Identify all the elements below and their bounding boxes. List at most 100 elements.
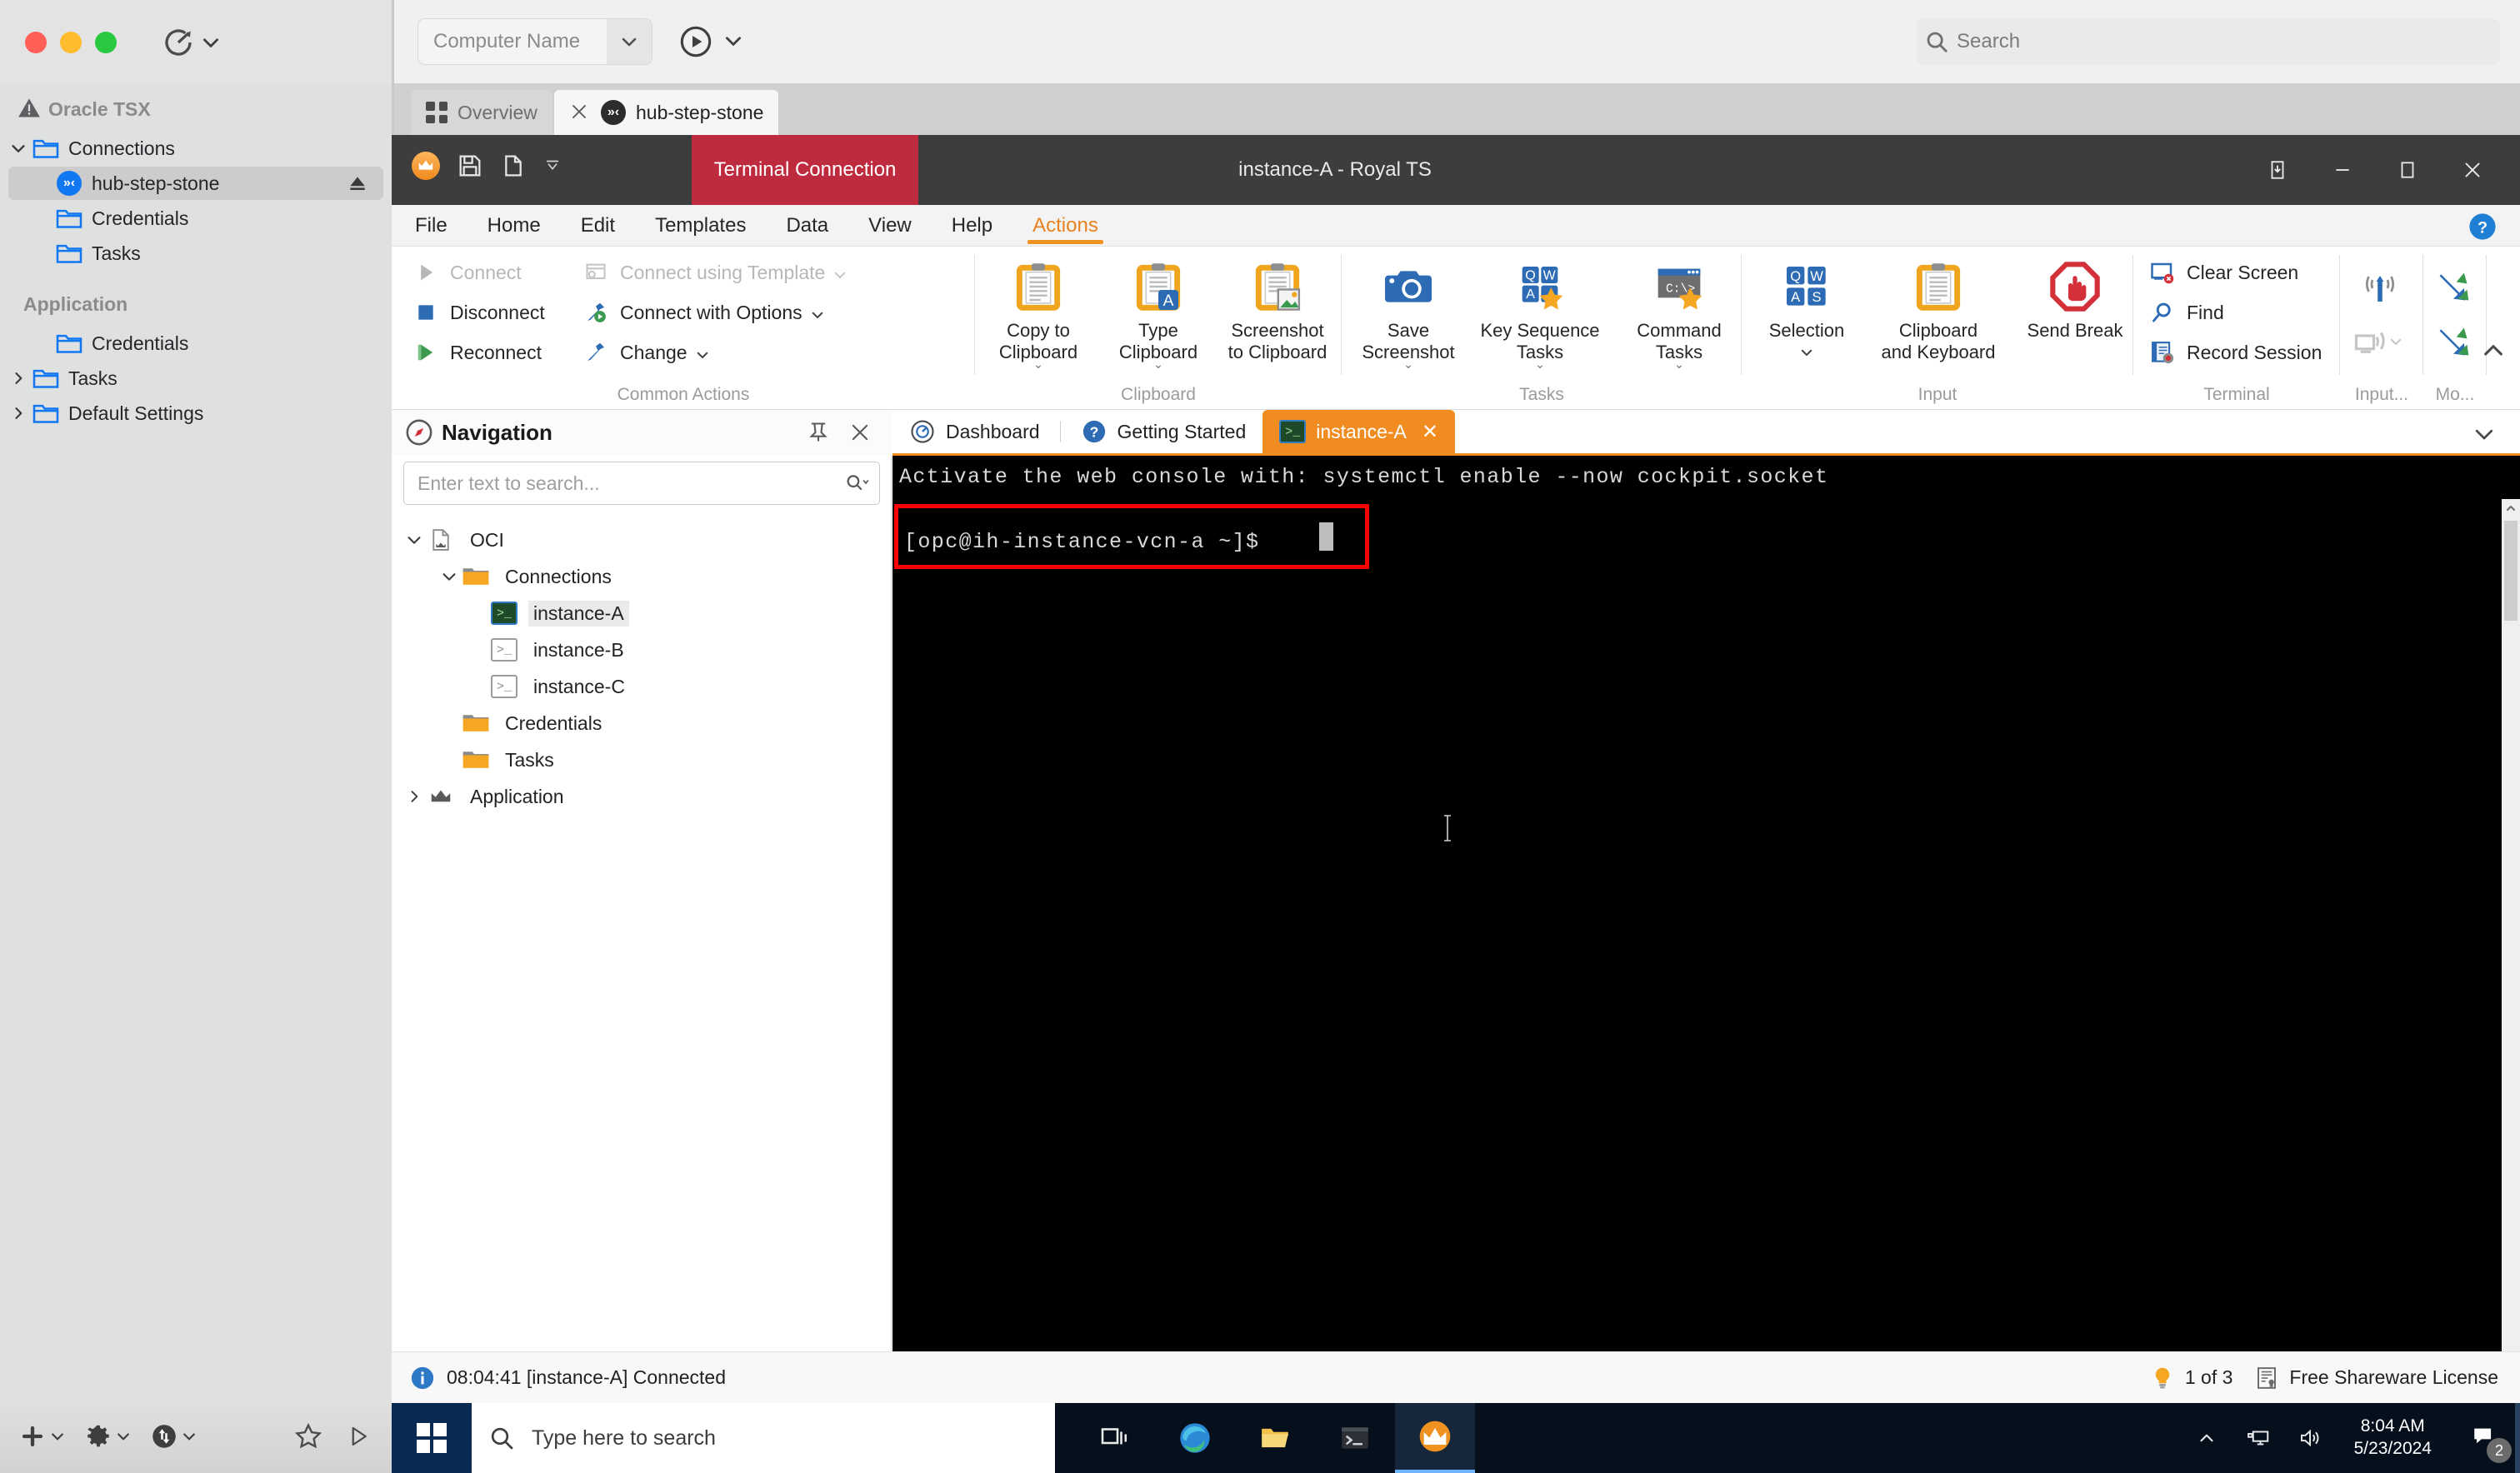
customize-chevron-icon[interactable] [543, 157, 562, 175]
pin-icon[interactable] [807, 421, 830, 444]
eject-icon[interactable] [347, 172, 368, 194]
navigation-search-field[interactable]: Enter text to search... [403, 462, 880, 505]
vm-tab-hub-step-stone[interactable]: »‹ hub-step-stone [554, 90, 779, 135]
caret-up-icon[interactable] [2502, 499, 2520, 517]
connect-with-options-button[interactable]: Connect with Options [582, 293, 825, 332]
play-circle-icon[interactable] [679, 25, 712, 58]
transfer-icon[interactable] [150, 1422, 178, 1451]
taskbar-search-box[interactable]: Type here to search [472, 1403, 1055, 1473]
broadcast-icon[interactable] [2360, 268, 2403, 312]
transfer-button[interactable] [150, 1422, 198, 1451]
tree-item-credentials[interactable]: Credentials [392, 705, 892, 741]
selection-button[interactable]: QWAS Selection [1750, 253, 1863, 370]
vm-tab-overview[interactable]: Overview [411, 90, 552, 135]
play-triangle-icon[interactable] [342, 1420, 375, 1453]
royal-ts-icon[interactable] [1395, 1403, 1475, 1473]
search-input[interactable]: Enter text to search... [404, 472, 834, 495]
chevron-down-icon[interactable] [49, 1428, 66, 1445]
terminal-scrollbar[interactable] [2502, 499, 2520, 1397]
sidebar-item-app-tasks[interactable]: Tasks [8, 362, 383, 395]
screen-broadcast-icon[interactable] [2353, 323, 2410, 360]
find-button[interactable]: Find [2148, 293, 2224, 332]
clear-screen-button[interactable]: Clear Screen [2148, 253, 2298, 292]
tree-item-tasks[interactable]: Tasks [392, 741, 892, 778]
tree-item-instance-a[interactable]: >_ instance-A [392, 595, 892, 632]
chevron-down-icon[interactable] [607, 19, 652, 64]
sidebar-item-credentials[interactable]: Credentials [8, 202, 383, 235]
window-minimize-button[interactable] [60, 32, 82, 53]
reconnect-button[interactable]: Reconnect [412, 333, 542, 372]
chevron-down-icon[interactable] [403, 529, 425, 551]
copy-to-clipboard-button[interactable]: Copy to Clipboard [982, 253, 1095, 370]
connect-button[interactable]: Connect [412, 253, 522, 292]
save-screenshot-button[interactable]: Save Screenshot [1352, 253, 1465, 370]
close-icon[interactable] [848, 421, 872, 444]
close-icon[interactable] [569, 102, 591, 123]
chevron-right-icon[interactable] [8, 368, 28, 388]
restore-down-icon[interactable] [2245, 135, 2310, 205]
terminal-screen[interactable]: Activate the web console with: systemctl… [892, 453, 2520, 1397]
close-icon[interactable]: ✕ [1422, 420, 1438, 444]
add-button[interactable] [18, 1422, 66, 1451]
tree-item-instance-b[interactable]: >_ instance-B [392, 632, 892, 668]
terminal-tab-dashboard[interactable]: Dashboard [892, 410, 1057, 453]
chevron-down-icon[interactable] [200, 32, 222, 53]
scrollbar-thumb[interactable] [2504, 521, 2518, 621]
file-explorer-icon[interactable] [1235, 1403, 1315, 1473]
start-button[interactable] [392, 1403, 472, 1473]
menu-data[interactable]: Data [769, 205, 845, 247]
terminal-tab-getting-started[interactable]: ? Getting Started [1064, 410, 1263, 453]
clipboard-and-keyboard-button[interactable]: Clipboard and Keyboard [1865, 253, 2012, 370]
record-session-button[interactable]: Record Session [2148, 333, 2322, 372]
screenshot-to-clipboard-button[interactable]: Screenshot to Clipboard [1215, 253, 1340, 370]
royal-logo-icon[interactable] [412, 152, 440, 180]
network-icon[interactable] [2232, 1403, 2284, 1473]
tree-item-connections[interactable]: Connections [392, 558, 892, 595]
chevron-down-icon[interactable] [832, 265, 848, 280]
maximize-icon[interactable] [2375, 135, 2440, 205]
task-view-icon[interactable] [1075, 1403, 1155, 1473]
chevron-right-icon[interactable] [8, 403, 28, 423]
minimize-icon[interactable] [2310, 135, 2375, 205]
new-document-icon[interactable] [500, 152, 527, 179]
chevron-down-icon[interactable] [115, 1428, 132, 1445]
chevron-down-icon[interactable] [2472, 422, 2497, 447]
menu-edit[interactable]: Edit [564, 205, 632, 247]
refresh-icon[interactable] [161, 25, 196, 60]
type-clipboard-button[interactable]: A Type Clipboard [1102, 253, 1215, 370]
close-icon[interactable] [2440, 135, 2505, 205]
sidebar-item-default-settings[interactable]: Default Settings [8, 397, 383, 430]
command-tasks-button[interactable]: C:\> Command Tasks [1618, 253, 1740, 370]
terminal-tab-instance-a[interactable]: >_ instance-A ✕ [1262, 410, 1456, 453]
chevron-down-icon[interactable] [810, 305, 825, 320]
change-button[interactable]: Change [582, 333, 710, 372]
shuffle-icon[interactable] [2435, 268, 2475, 308]
send-break-button[interactable]: Send Break [2018, 253, 2132, 370]
computer-name-input[interactable]: Computer Name [418, 30, 607, 53]
star-icon[interactable] [292, 1420, 325, 1453]
tree-item-oci[interactable]: OCI [392, 522, 892, 558]
edge-browser-icon[interactable] [1155, 1403, 1235, 1473]
key-sequence-tasks-button[interactable]: QWA Key Sequence Tasks [1467, 253, 1613, 370]
chevron-up-icon[interactable] [2480, 337, 2508, 366]
gear-icon[interactable] [84, 1422, 112, 1451]
disconnect-button[interactable]: Disconnect [412, 293, 545, 332]
chevron-down-icon[interactable] [438, 566, 460, 587]
chevron-down-icon[interactable] [181, 1428, 198, 1445]
computer-name-combobox[interactable]: Computer Name [418, 18, 652, 65]
connect-using-template-button[interactable]: Connect using Template [582, 253, 848, 292]
taskbar-clock[interactable]: 8:04 AM 5/23/2024 [2354, 1403, 2432, 1473]
help-circle-icon[interactable]: ? [2468, 212, 2497, 241]
chevron-down-icon[interactable] [695, 345, 710, 360]
sidebar-item-tasks[interactable]: Tasks [8, 237, 383, 270]
menu-actions[interactable]: Actions [1016, 205, 1115, 247]
window-maximize-button[interactable] [95, 32, 117, 53]
tree-item-application[interactable]: Application [392, 778, 892, 815]
tree-item-instance-c[interactable]: >_ instance-C [392, 668, 892, 705]
notification-icon[interactable]: 2 [2450, 1403, 2520, 1473]
shuffle-icon[interactable] [2435, 323, 2475, 363]
save-icon[interactable] [457, 152, 483, 179]
chevron-down-icon[interactable] [8, 138, 28, 158]
menu-templates[interactable]: Templates [638, 205, 762, 247]
terminal-icon[interactable] [1315, 1403, 1395, 1473]
